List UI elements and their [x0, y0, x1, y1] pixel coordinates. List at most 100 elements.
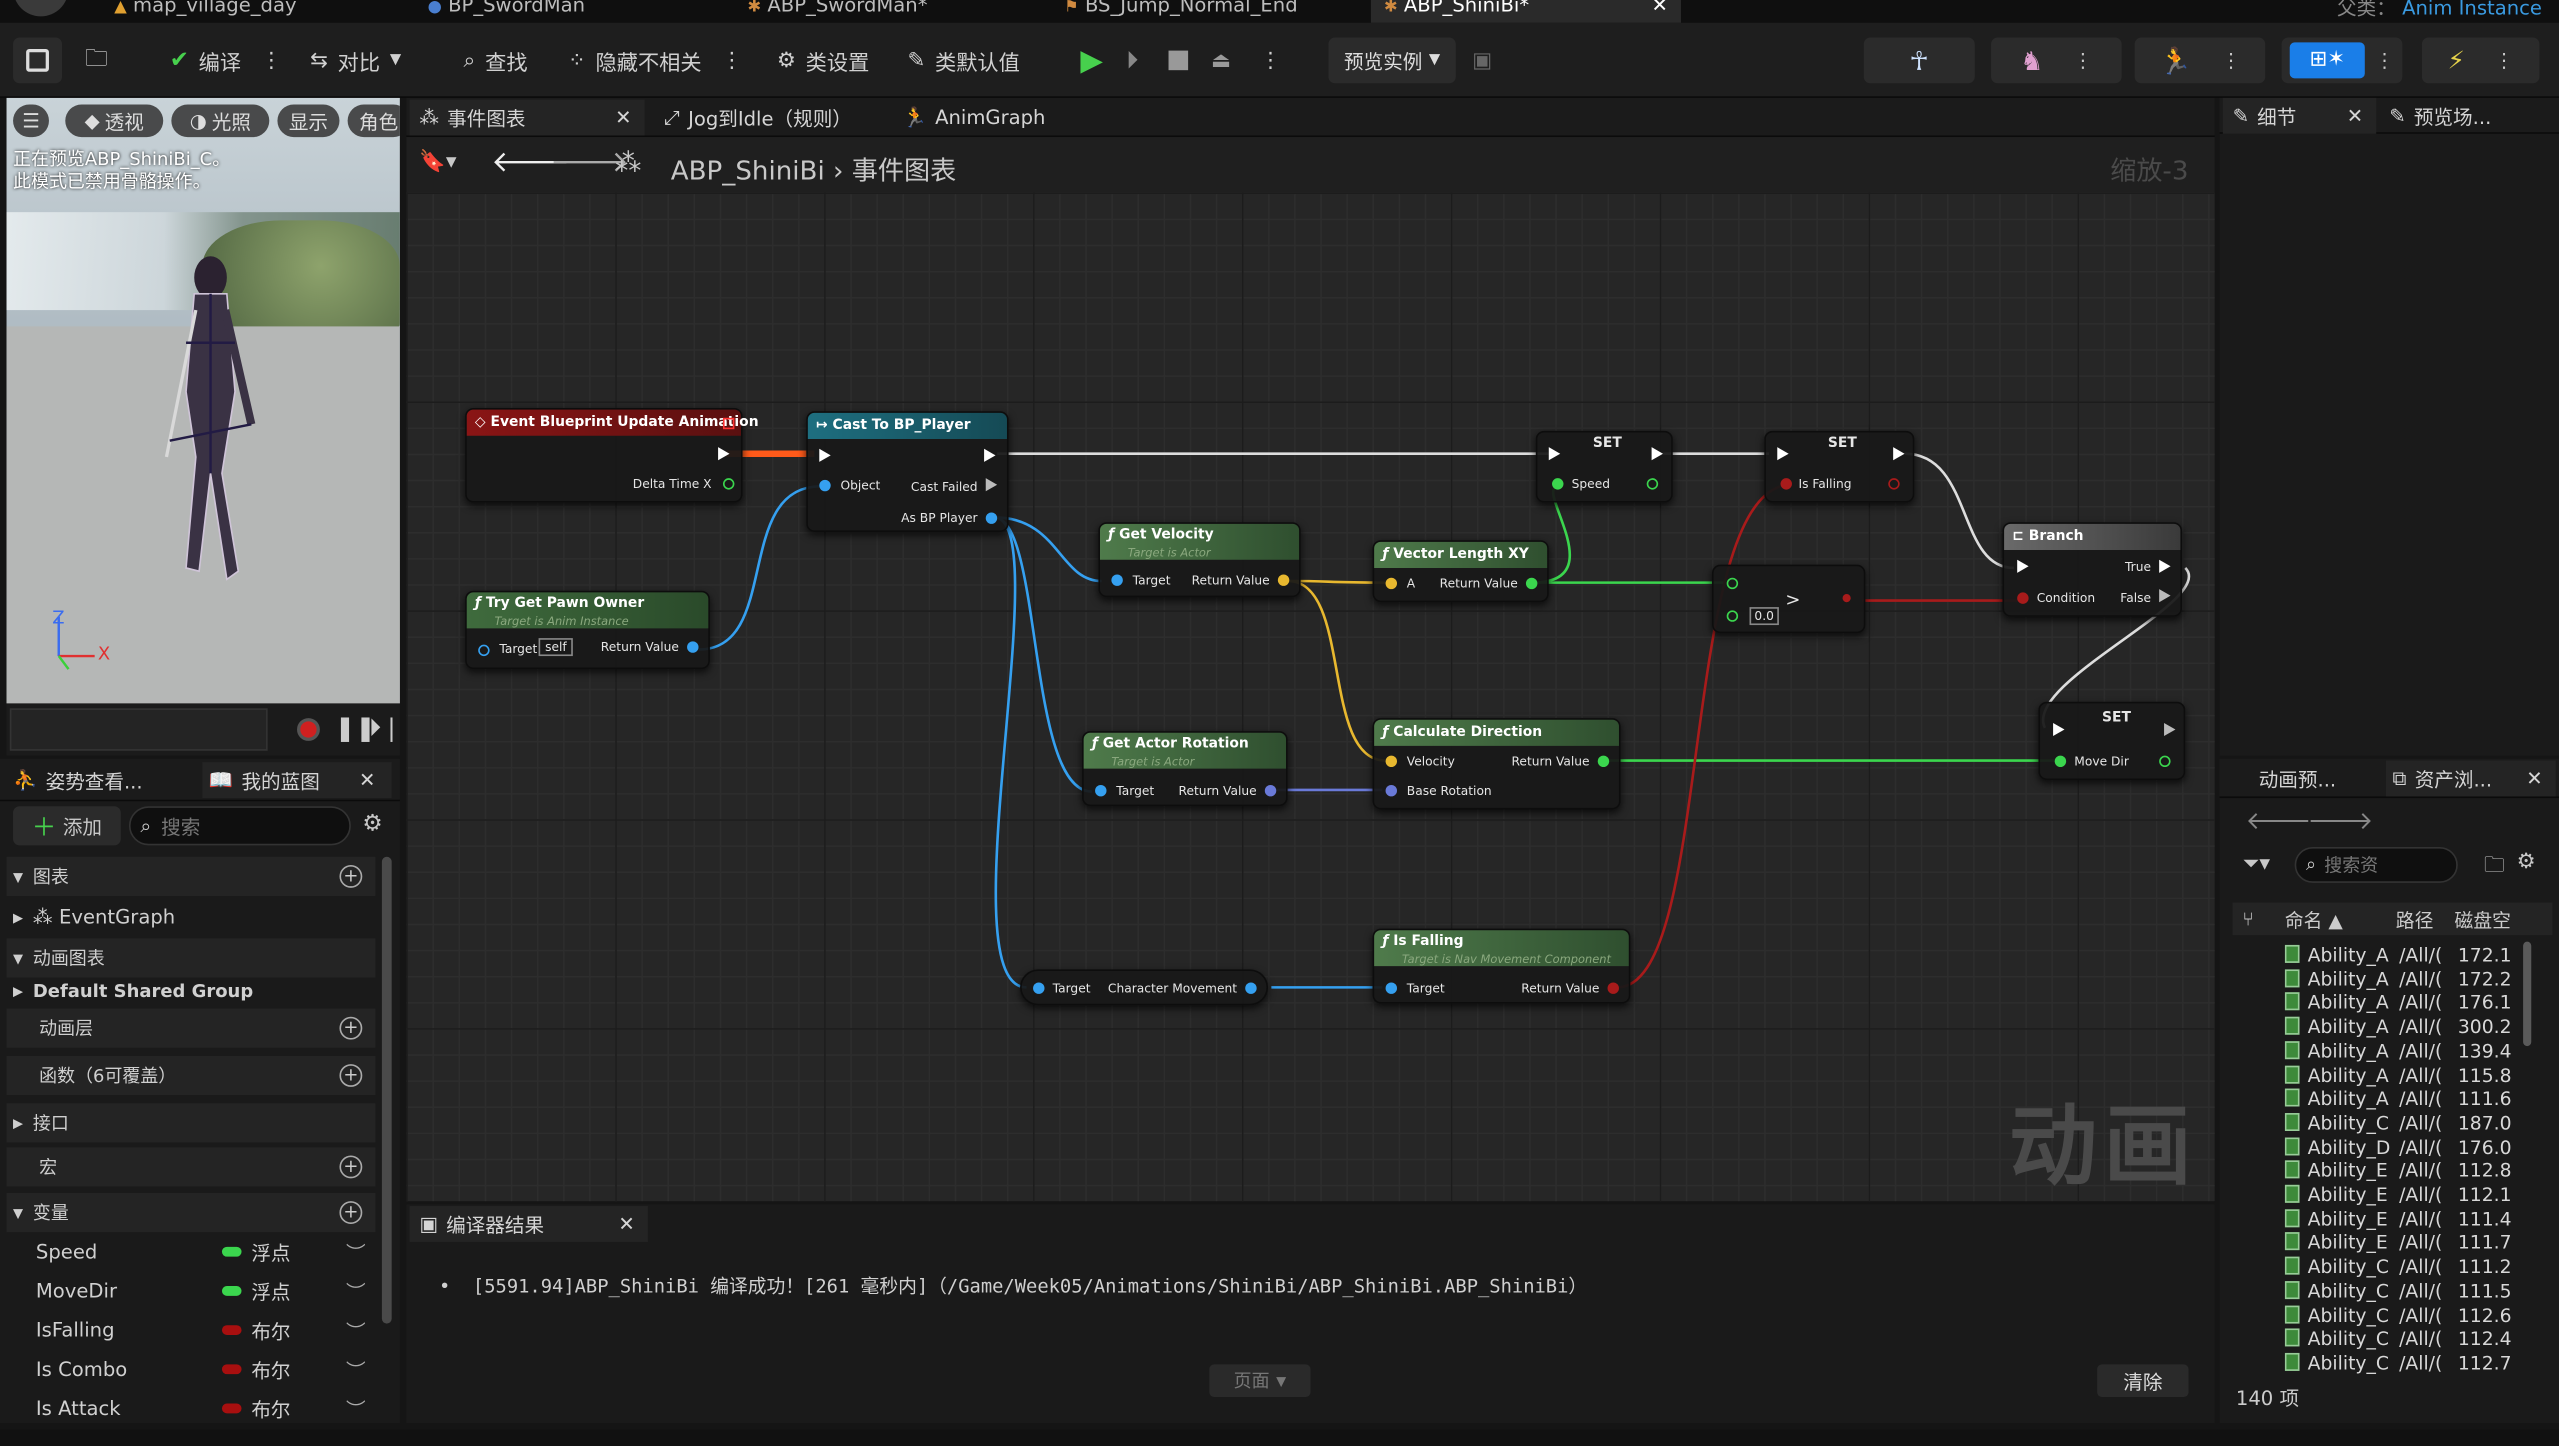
blueprint-mode-button[interactable]: ⊞✶ ⋮ — [2281, 37, 2403, 84]
true-pin[interactable] — [2159, 559, 2171, 573]
add-function-button[interactable]: + — [339, 1064, 363, 1087]
exec-in-pin[interactable] — [2053, 722, 2065, 737]
variable-row[interactable]: MoveDir 浮点 ︶ — [7, 1271, 376, 1310]
default-shared-group[interactable]: ▶ Default Shared Group — [7, 971, 376, 1010]
tree-icon[interactable]: ⑂ — [2242, 907, 2253, 930]
lit-button[interactable]: ◑ 光照 — [171, 104, 270, 138]
class-settings-button[interactable]: ⚙ 类设置 — [777, 39, 869, 81]
exec-out-pin[interactable] — [2164, 722, 2176, 737]
close-icon[interactable]: ✕ — [2526, 767, 2542, 790]
asset-row[interactable]: Ability_C/All/(111.2 — [2284, 1255, 2540, 1278]
close-icon[interactable]: ✕ — [615, 106, 631, 129]
speed-pin[interactable] — [1552, 478, 1564, 490]
add-graph-button[interactable]: + — [339, 864, 363, 888]
eject-button[interactable]: ⏏ — [1211, 39, 1231, 81]
tab-jog-to-idle[interactable]: ⤢ Jog到Idle（规则） — [664, 100, 852, 136]
page-dropdown[interactable]: 页面 ▼ — [1209, 1364, 1311, 1398]
play-button[interactable]: ▶ — [1080, 39, 1103, 81]
scrollbar[interactable] — [381, 856, 392, 1324]
b-pin[interactable] — [1726, 610, 1739, 622]
section-interfaces[interactable]: ▶ 接口 — [6, 1103, 376, 1143]
folder-icon[interactable]: 🗀 — [2484, 850, 2505, 886]
asset-row[interactable]: Ability_C/All/(111.5 — [2284, 1279, 2540, 1302]
asset-row[interactable]: Ability_C/All/(112.4 — [2284, 1327, 2540, 1350]
target-pin[interactable] — [1095, 785, 1107, 797]
filter-icon[interactable]: ⏷▾ — [2242, 852, 2270, 876]
b-value-field[interactable]: 0.0 — [1749, 607, 1779, 626]
self-field[interactable]: self — [538, 638, 574, 657]
asset-row[interactable]: Ability_E/All/(112.8 — [2284, 1159, 2540, 1182]
event-update-animation-node[interactable]: ◇ Event Blueprint Update Animation Delta … — [465, 408, 759, 503]
physics-mode-button[interactable]: ⚡ ⋮ — [2421, 37, 2540, 84]
return-pin[interactable] — [1607, 982, 1619, 994]
record-button[interactable] — [297, 718, 320, 741]
step-button[interactable]: ⏵ — [1126, 39, 1138, 81]
return-pin[interactable] — [1277, 574, 1290, 586]
section-anim-layers[interactable]: 动画层 + — [6, 1008, 376, 1048]
variable-row[interactable]: Is Combo 布尔 ︶ — [7, 1350, 376, 1389]
tab-asset-browser[interactable]: ⧉ 资产浏... ✕ — [2386, 760, 2556, 797]
play-options-more[interactable]: ⋮ — [1260, 39, 1281, 81]
col-disk[interactable]: 磁盘空 — [2455, 907, 2511, 933]
step-forward-button[interactable]: ⏵❘ — [369, 713, 402, 742]
exec-in-pin[interactable] — [819, 448, 831, 462]
base-rotation-pin[interactable] — [1385, 785, 1398, 797]
cast-to-bp-player-node[interactable]: ↦ Cast To BP_Player Object Cast Failed As… — [806, 411, 1009, 533]
settings-gear-icon[interactable]: ⚙ — [362, 811, 383, 837]
asset-search-box[interactable]: ⌕ 搜索资 — [2294, 847, 2458, 883]
character-movement-getter[interactable]: Target Character Movement — [1020, 969, 1269, 1006]
tab-map-village-day[interactable]: ▲ map_village_day — [114, 0, 296, 23]
animation-mode-button[interactable]: 🏃 ⋮ — [2134, 37, 2266, 84]
get-actor-rotation-node[interactable]: ƒ Get Actor Rotation Target is Actor Targ… — [1082, 731, 1288, 807]
set-move-dir-node[interactable]: SET Move Dir — [2038, 701, 2186, 781]
section-graphs[interactable]: ▼ 图表 + — [6, 856, 376, 896]
save-button[interactable] — [13, 37, 63, 84]
exec-out-pin[interactable] — [1651, 447, 1664, 461]
eye-icon[interactable]: ︶ — [346, 1277, 366, 1305]
preview-viewport[interactable]: ☰ ◆ 透视 ◑ 光照 显示 角色 正在预览ABP_ShiniBi_C。 此模式已禁… — [6, 97, 400, 704]
a-pin[interactable] — [1385, 577, 1398, 590]
set-is-falling-node[interactable]: SET Is Falling — [1764, 430, 1915, 503]
asset-row[interactable]: Ability_E/All/(112.1 — [2284, 1183, 2540, 1206]
col-path[interactable]: 路径 — [2396, 907, 2434, 933]
asset-row[interactable]: Ability_A/All/(172.1 — [2284, 943, 2540, 966]
eye-icon[interactable]: ︶ — [346, 1395, 366, 1423]
eye-icon[interactable]: ︶ — [346, 1238, 366, 1266]
add-macro-button[interactable]: + — [339, 1155, 363, 1179]
exec-in-pin[interactable] — [1777, 447, 1789, 461]
asset-row[interactable]: Ability_A/All/(176.1 — [2284, 991, 2540, 1014]
greater-than-node[interactable]: 0.0 > — [1711, 564, 1866, 634]
branch-node[interactable]: ⊏ Branch True Condition False — [2002, 522, 2183, 617]
tab-my-blueprint[interactable]: 📖 我的蓝图 ✕ — [202, 762, 392, 799]
tab-abp-shinibi[interactable]: ✱ ABP_ShiniBi* ✕ — [1370, 0, 1681, 23]
get-velocity-node[interactable]: ƒ Get Velocity Target is Actor Target Ret… — [1098, 522, 1301, 598]
add-button[interactable]: ＋添加 — [13, 806, 121, 846]
compile-button[interactable]: ✔ 编译 ⋮ — [170, 39, 282, 81]
section-functions[interactable]: 函数（6可覆盖） + — [6, 1055, 376, 1096]
move-dir-pin[interactable] — [2054, 755, 2067, 768]
close-icon[interactable]: ✕ — [1652, 0, 1668, 16]
asset-row[interactable]: Ability_A/All/(115.8 — [2284, 1063, 2540, 1086]
delta-time-pin[interactable]: Delta Time X — [633, 477, 712, 492]
is-falling-pin[interactable] — [1780, 478, 1792, 490]
stop-button[interactable] — [1168, 39, 1189, 81]
asset-row[interactable]: Ability_A/All/(172.2 — [2284, 967, 2540, 990]
browse-button[interactable]: 🗀 — [85, 39, 108, 81]
section-variables[interactable]: ▼ 变量 + — [6, 1193, 376, 1233]
object-pin[interactable] — [819, 479, 831, 492]
close-icon[interactable]: ✕ — [2347, 104, 2363, 127]
add-anim-layer-button[interactable]: + — [339, 1016, 363, 1040]
return-pin[interactable] — [1597, 755, 1610, 768]
exec-out-pin[interactable] — [718, 447, 730, 461]
velocity-pin[interactable] — [1385, 755, 1398, 768]
character-button[interactable]: 角色 — [347, 104, 400, 138]
asset-row[interactable]: Ability_E/All/(111.4 — [2284, 1207, 2540, 1230]
more-icon[interactable]: ⋮ — [721, 48, 742, 72]
forward-arrow-icon[interactable]: 🡒 — [2308, 805, 2374, 835]
target-pin[interactable] — [1033, 982, 1045, 994]
try-get-pawn-owner-node[interactable]: ƒ Try Get Pawn Owner Target is Anim Insta… — [465, 590, 710, 670]
tab-event-graph[interactable]: ⁂ 事件图表 ✕ — [409, 99, 645, 136]
exec-in-pin[interactable] — [2017, 559, 2029, 573]
close-icon[interactable]: ✕ — [359, 769, 375, 792]
is-falling-out-pin[interactable] — [1888, 478, 1900, 490]
